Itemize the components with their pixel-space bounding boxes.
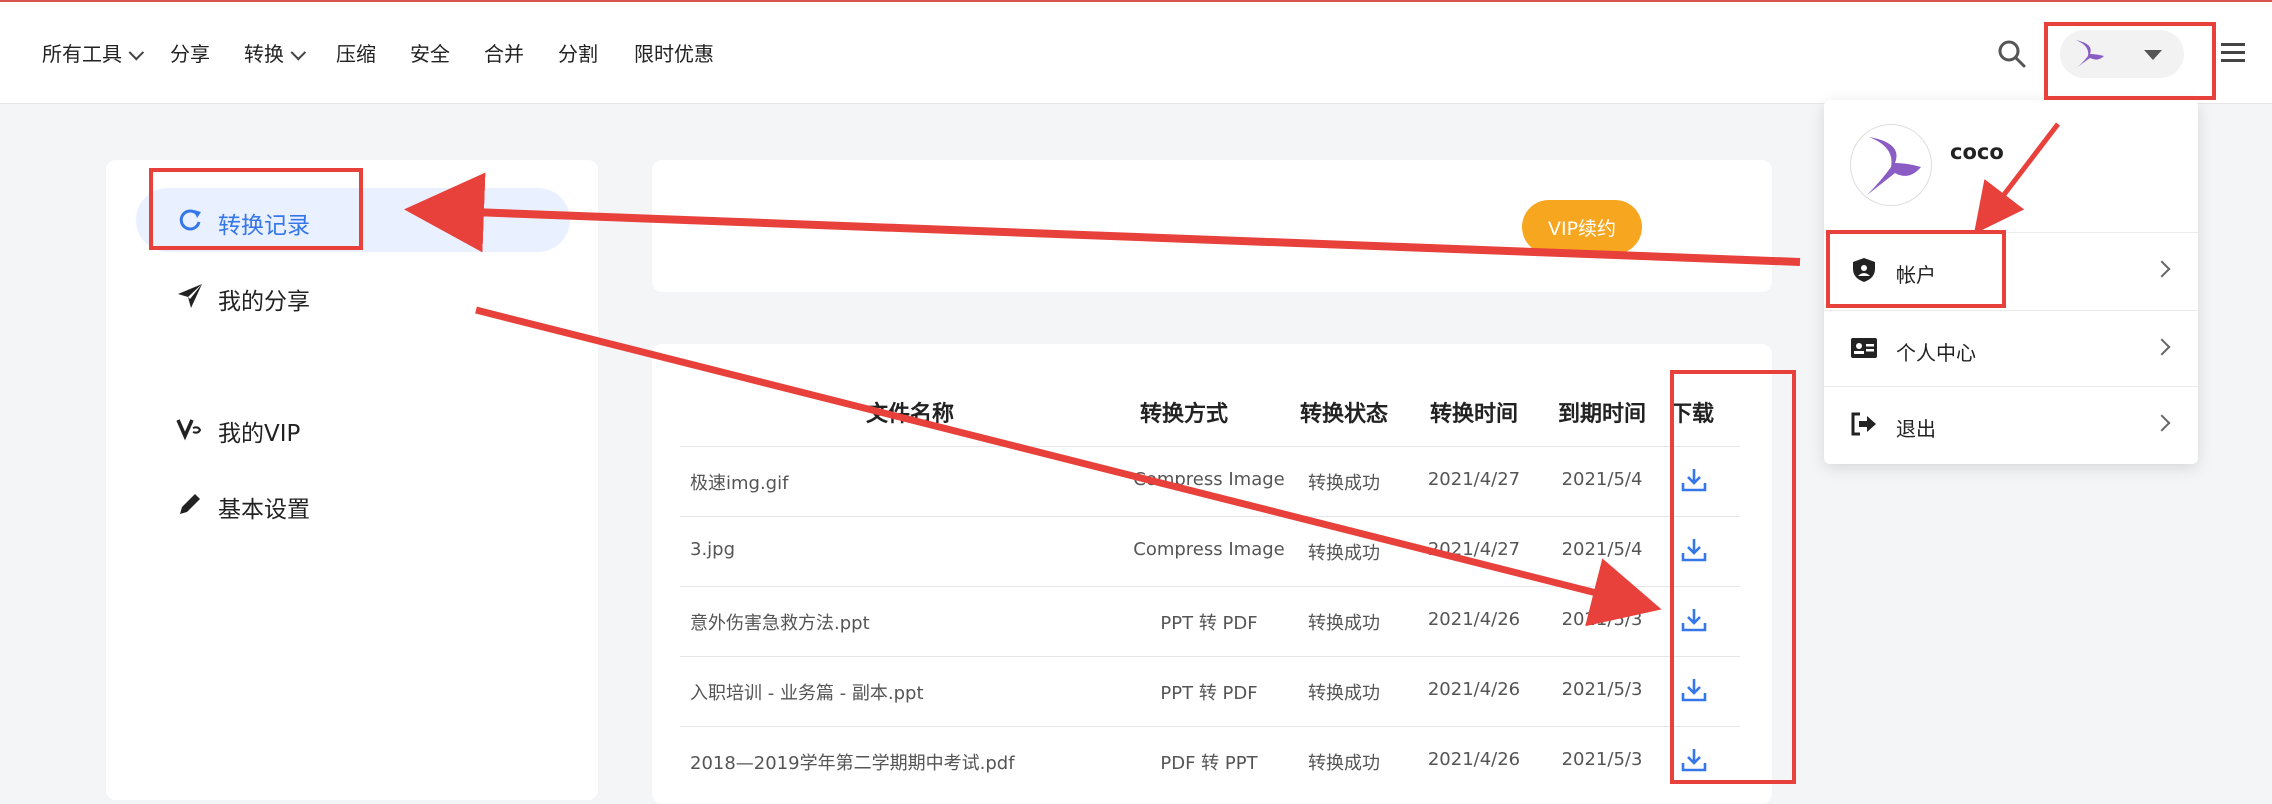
convert-status: 转换成功 <box>1308 753 1380 774</box>
nav-label: 安全 <box>410 42 450 66</box>
send-icon <box>178 284 202 308</box>
account-dropdown: coco 帐户 个人中心 退出 <box>1824 100 2198 464</box>
convert-time: 2021/4/27 <box>1427 539 1521 560</box>
nav-label: 转换 <box>244 42 284 66</box>
table-header: 转换方式 <box>1139 402 1228 427</box>
expiry-time: 2021/5/4 <box>1561 469 1643 490</box>
vip-renew-button[interactable]: VIP续约 <box>1522 200 1642 254</box>
expiry-time: 2021/5/3 <box>1561 679 1643 700</box>
sidebar-item-my-share[interactable]: 我的分享 <box>136 264 570 328</box>
download-icon[interactable] <box>1679 535 1709 565</box>
menu-item-account[interactable]: 帐户 <box>1824 232 2198 309</box>
chevron-right-icon <box>2153 338 2171 356</box>
nav-compress[interactable]: 压缩 <box>336 38 376 67</box>
sidebar-item-label: 我的VIP <box>218 421 301 447</box>
id-card-icon <box>1851 338 1877 358</box>
nav-label: 分割 <box>558 42 598 66</box>
table-header: 文件名称 <box>865 402 954 427</box>
file-name: 极速img.gif <box>690 473 789 494</box>
nav-share[interactable]: 分享 <box>170 38 210 67</box>
file-name: 意外伤害急救方法.ppt <box>690 613 870 634</box>
table-row: 意外伤害急救方法.ppt PPT 转 PDF 转换成功 2021/4/26 20… <box>680 586 1740 657</box>
convert-status: 转换成功 <box>1308 683 1380 704</box>
table-header: 转换时间 <box>1429 402 1518 427</box>
expiry-time: 2021/5/4 <box>1561 539 1643 560</box>
avatar <box>1850 124 1932 206</box>
sidebar-item-label: 转换记录 <box>218 213 310 239</box>
search-icon[interactable] <box>1996 38 2028 70</box>
menu-item-label: 帐户 <box>1896 263 1936 287</box>
download-icon[interactable] <box>1679 605 1709 635</box>
table-row: 2018—2019学年第二学期期中考试.pdf PDF 转 PPT 转换成功 2… <box>680 726 1740 797</box>
vip-icon <box>176 419 202 441</box>
sidebar-item-my-vip[interactable]: 我的VIP <box>136 396 570 460</box>
nav-label: 分享 <box>170 42 210 66</box>
sidebar-item-basic-settings[interactable]: 基本设置 <box>136 472 570 536</box>
chevron-down-icon <box>128 44 145 61</box>
avatar <box>2074 40 2104 70</box>
caret-down-icon <box>2144 50 2162 60</box>
table-header: 转换状态 <box>1299 402 1388 427</box>
table-header: 下载 <box>1669 402 1714 427</box>
nav-label: 所有工具 <box>42 42 122 66</box>
convert-time: 2021/4/26 <box>1427 749 1521 770</box>
vip-panel: VIP续约 <box>652 160 1772 292</box>
chevron-right-icon <box>2153 260 2171 278</box>
nav-promo[interactable]: 限时优惠 <box>634 38 714 67</box>
sidebar: 转换记录 我的分享 我的VIP 基本设置 <box>106 160 598 800</box>
top-nav-bar: 所有工具 分享 转换 压缩 安全 合并 分割 限时优惠 <box>0 0 2272 104</box>
nav-security[interactable]: 安全 <box>410 38 450 67</box>
nav-split[interactable]: 分割 <box>558 38 598 67</box>
sidebar-item-label: 我的分享 <box>218 289 310 315</box>
conversion-history-table: 文件名称 转换方式 转换状态 转换时间 到期时间 下载 极速img.gif Co… <box>652 344 1772 804</box>
nav-label: 限时优惠 <box>634 42 714 66</box>
convert-time: 2021/4/26 <box>1427 679 1521 700</box>
download-icon[interactable] <box>1679 465 1709 495</box>
convert-status: 转换成功 <box>1308 543 1380 564</box>
username: coco <box>1950 140 2004 164</box>
table-row: 极速img.gif Compress Image 转换成功 2021/4/27 … <box>680 446 1740 517</box>
menu-item-label: 退出 <box>1896 417 1936 441</box>
file-name: 2018—2019学年第二学期期中考试.pdf <box>690 753 1015 774</box>
nav-convert[interactable]: 转换 <box>244 38 307 67</box>
download-icon[interactable] <box>1679 675 1709 705</box>
menu-item-personal-center[interactable]: 个人中心 <box>1824 310 2198 387</box>
download-icon[interactable] <box>1679 745 1709 775</box>
butterfly-avatar-icon <box>1867 137 1921 195</box>
convert-status: 转换成功 <box>1308 473 1380 494</box>
convert-status: 转换成功 <box>1308 613 1380 634</box>
file-name: 入职培训 - 业务篇 - 副本.ppt <box>690 683 924 704</box>
chevron-down-icon <box>290 44 307 61</box>
logout-icon <box>1851 412 1876 436</box>
shield-icon <box>1853 258 1875 282</box>
table-row: 入职培训 - 业务篇 - 副本.ppt PPT 转 PDF 转换成功 2021/… <box>680 656 1740 727</box>
sidebar-item-conversion-history[interactable]: 转换记录 <box>136 188 570 252</box>
file-name: 3.jpg <box>690 539 736 560</box>
nav-merge[interactable]: 合并 <box>484 38 524 67</box>
nav-all-tools[interactable]: 所有工具 <box>42 38 145 67</box>
menu-item-logout[interactable]: 退出 <box>1824 386 2198 463</box>
sidebar-item-label: 基本设置 <box>218 497 310 523</box>
expiry-time: 2021/5/3 <box>1561 609 1643 630</box>
expiry-time: 2021/5/3 <box>1561 749 1643 770</box>
hamburger-menu-icon[interactable] <box>2218 38 2248 68</box>
convert-time: 2021/4/26 <box>1427 609 1521 630</box>
nav-label: 压缩 <box>336 42 376 66</box>
menu-item-label: 个人中心 <box>1896 341 1976 365</box>
nav-label: 合并 <box>484 42 524 66</box>
refresh-icon <box>179 209 201 231</box>
table-row: 3.jpg Compress Image 转换成功 2021/4/27 2021… <box>680 516 1740 587</box>
account-menu-button[interactable] <box>2060 30 2184 78</box>
chevron-right-icon <box>2153 414 2171 432</box>
convert-time: 2021/4/27 <box>1427 469 1521 490</box>
pencil-icon <box>180 494 200 514</box>
table-header: 到期时间 <box>1557 402 1646 427</box>
